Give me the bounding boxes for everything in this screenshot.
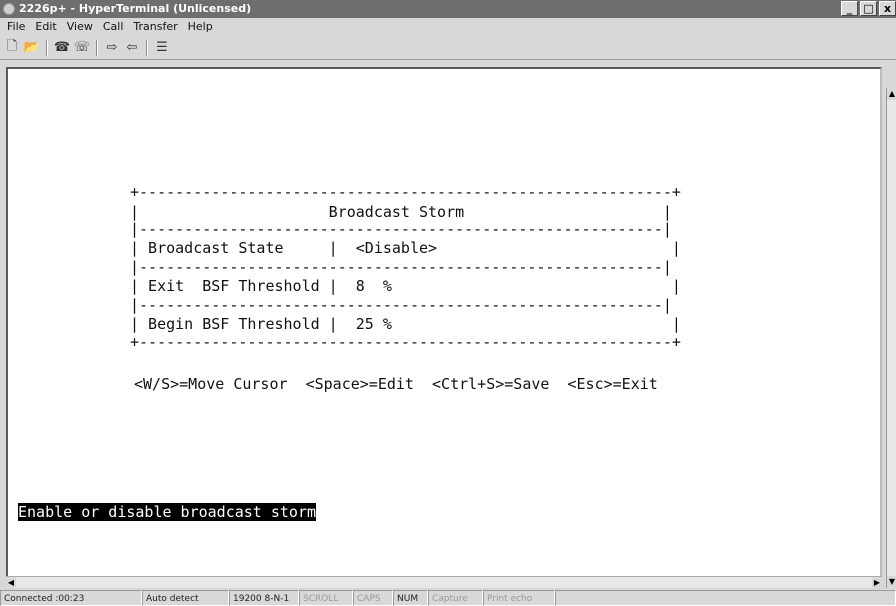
status-num: NUM: [393, 590, 428, 606]
terminal-area[interactable]: +---------------------------------------…: [6, 67, 882, 588]
receive-icon[interactable]: ⇦: [123, 39, 141, 57]
scroll-down-icon[interactable]: ▼: [887, 576, 896, 588]
table-row-broadcast-state[interactable]: | Broadcast State | <Disable> |: [130, 239, 681, 257]
menu-bar: File Edit View Call Transfer Help: [0, 18, 896, 36]
status-bar: Connected :00:23 Auto detect 19200 8-N-1…: [0, 590, 896, 606]
status-detect: Auto detect: [142, 590, 229, 606]
table-row-begin-threshold[interactable]: | Begin BSF Threshold | 25 % |: [130, 315, 681, 333]
vertical-scrollbar[interactable]: ▲ ▼: [886, 88, 896, 588]
table-separator: |---------------------------------------…: [130, 258, 672, 276]
properties-icon[interactable]: ☰: [153, 39, 171, 57]
maximize-button[interactable]: □: [860, 1, 877, 16]
status-caps: CAPS: [353, 590, 393, 606]
table-separator: |---------------------------------------…: [130, 220, 672, 238]
hyperterminal-icon: [3, 3, 15, 15]
status-scroll: SCROLL: [299, 590, 353, 606]
scroll-up-icon[interactable]: ▲: [887, 88, 896, 100]
minimize-button[interactable]: _: [841, 1, 858, 16]
hyperterminal-window: 2226p+ - HyperTerminal (Unlicensed) _ □ …: [0, 0, 896, 606]
menu-view[interactable]: View: [62, 18, 98, 36]
menu-file[interactable]: File: [2, 18, 30, 36]
table-separator: |---------------------------------------…: [130, 296, 672, 314]
table-border-top: +---------------------------------------…: [130, 183, 681, 201]
open-icon[interactable]: 📂: [23, 39, 41, 57]
status-message: Enable or disable broadcast storm: [18, 503, 317, 521]
status-print-echo: Print echo: [483, 590, 555, 606]
send-icon[interactable]: ⇨: [103, 39, 121, 57]
table-row-exit-threshold[interactable]: | Exit BSF Threshold | 8 % |: [130, 277, 681, 295]
menu-edit[interactable]: Edit: [30, 18, 61, 36]
horizontal-scrollbar[interactable]: ◀ ▶: [6, 576, 882, 589]
menu-help[interactable]: Help: [183, 18, 218, 36]
table-title-row: | Broadcast Storm |: [130, 203, 672, 221]
title-bar: 2226p+ - HyperTerminal (Unlicensed) _ □ …: [0, 0, 896, 18]
toolbar-separator: [46, 39, 48, 56]
terminal-screen[interactable]: +---------------------------------------…: [8, 69, 878, 584]
menu-call[interactable]: Call: [98, 18, 129, 36]
new-connection-icon[interactable]: 🗋: [3, 39, 21, 57]
menu-transfer[interactable]: Transfer: [128, 18, 182, 36]
window-title: 2226p+ - HyperTerminal (Unlicensed): [19, 2, 252, 15]
close-button[interactable]: x: [879, 1, 896, 16]
status-settings: 19200 8-N-1: [229, 590, 299, 606]
toolbar: 🗋 📂 ☎ ☏ ⇨ ⇦ ☰: [0, 36, 896, 60]
status-capture: Capture: [428, 590, 483, 606]
scroll-left-icon[interactable]: ◀: [6, 577, 16, 589]
disconnect-icon[interactable]: ☏: [73, 39, 91, 57]
connect-icon[interactable]: ☎: [53, 39, 71, 57]
key-hints: <W/S>=Move Cursor <Space>=Edit <Ctrl+S>=…: [134, 375, 658, 393]
scroll-right-icon[interactable]: ▶: [872, 577, 882, 589]
window-controls: _ □ x: [841, 1, 896, 16]
status-spacer: [555, 590, 896, 606]
toolbar-separator: [96, 39, 98, 56]
toolbar-separator: [146, 39, 148, 56]
table-border-bottom: +---------------------------------------…: [130, 333, 681, 351]
status-connected: Connected :00:23: [0, 590, 142, 606]
